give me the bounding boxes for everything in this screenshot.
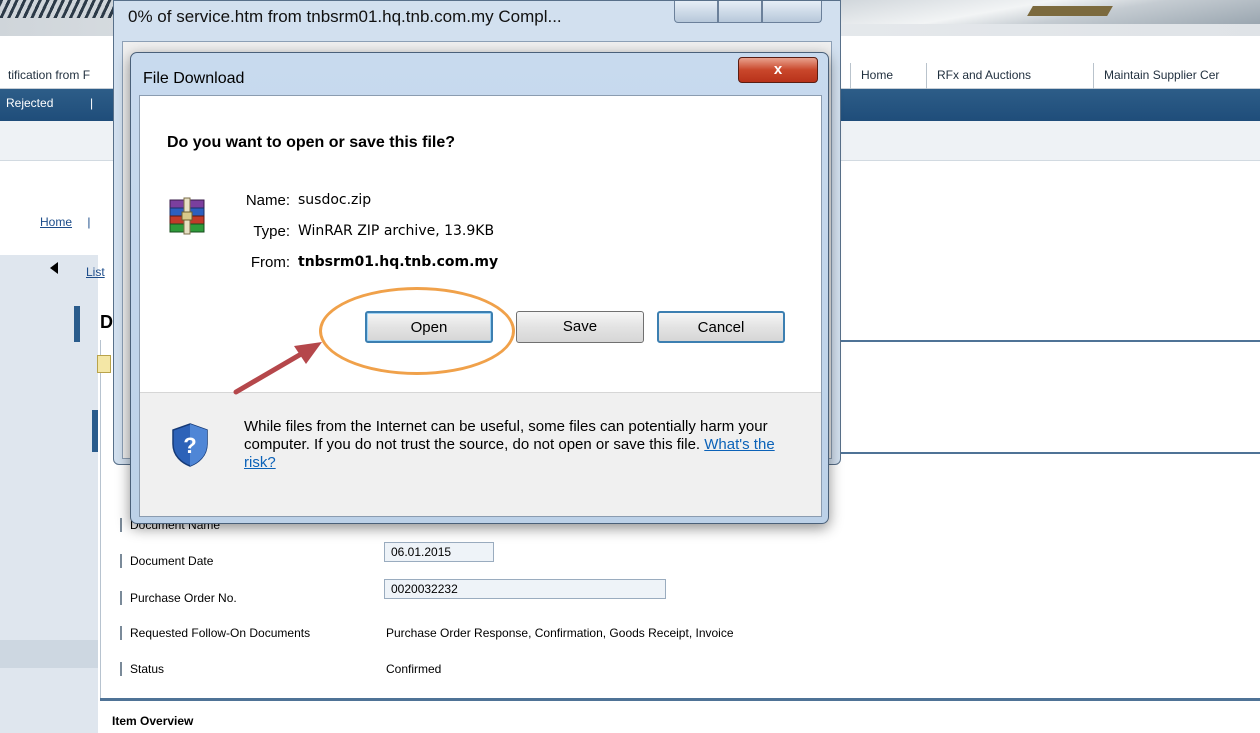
shield-question-icon: ? bbox=[172, 423, 208, 467]
section-title: D bbox=[100, 312, 113, 332]
dialog-close-button[interactable]: x bbox=[738, 57, 818, 83]
file-download-dialog: File Download x Do you want to open or s… bbox=[130, 52, 829, 524]
save-button[interactable]: Save bbox=[516, 311, 644, 343]
nav-item-maintain-supplier[interactable]: Maintain Supplier Cer bbox=[1093, 63, 1229, 89]
purchase-order-field[interactable]: 0020032232 bbox=[384, 579, 666, 599]
annotation-arrow-icon bbox=[233, 342, 322, 395]
collapse-left-icon[interactable] bbox=[50, 262, 58, 274]
form-label: Purchase Order No. bbox=[130, 591, 237, 605]
form-label: Document Date bbox=[130, 554, 214, 568]
file-from-label: From: bbox=[250, 254, 290, 271]
form-label: Status bbox=[130, 662, 165, 676]
dialog-question: Do you want to open or save this file? bbox=[167, 134, 456, 151]
breadcrumb: Home | bbox=[40, 215, 90, 229]
list-link[interactable]: List bbox=[86, 265, 105, 279]
nav-item-rfx-auctions[interactable]: RFx and Auctions bbox=[926, 63, 1041, 89]
subsection-marker bbox=[92, 410, 98, 452]
dialog-title: File Download bbox=[143, 70, 245, 87]
close-icon: x bbox=[773, 61, 783, 78]
section-marker bbox=[74, 306, 80, 342]
nav-item-home[interactable]: Home bbox=[850, 63, 903, 89]
follow-on-documents-value: Purchase Order Response, Confirmation, G… bbox=[386, 626, 734, 640]
form-label: Requested Follow-On Documents bbox=[130, 626, 311, 640]
breadcrumb-home-link[interactable]: Home bbox=[40, 215, 72, 229]
progress-close-button[interactable] bbox=[762, 1, 822, 23]
toolbar-button[interactable] bbox=[97, 355, 111, 373]
nav-item-rejected[interactable]: Rejected bbox=[6, 96, 53, 110]
nav-item-notification[interactable]: tification from F bbox=[0, 63, 100, 89]
nav-separator: | bbox=[90, 96, 94, 110]
file-name-label: Name: bbox=[245, 192, 290, 209]
status-value: Confirmed bbox=[386, 662, 442, 676]
document-date-field[interactable]: 06.01.2015 bbox=[384, 542, 494, 562]
file-name-value: susdoc.zip bbox=[298, 192, 372, 208]
file-type-label: Type: bbox=[253, 223, 290, 240]
file-from-value: tnbsrm01.hq.tnb.com.my bbox=[298, 254, 499, 270]
content-bottom-divider bbox=[100, 698, 1260, 701]
minimize-button[interactable] bbox=[674, 1, 718, 23]
breadcrumb-separator: | bbox=[87, 215, 91, 229]
header-banner-accent bbox=[1027, 6, 1113, 16]
security-warning: While files from the Internet can be use… bbox=[244, 418, 804, 472]
svg-text:?: ? bbox=[183, 433, 196, 458]
maximize-button[interactable] bbox=[718, 1, 762, 23]
file-type-value: WinRAR ZIP archive, 13.9KB bbox=[298, 223, 495, 239]
header-banner-stripes bbox=[0, 0, 120, 18]
window-controls bbox=[674, 1, 832, 23]
security-warning-text: While files from the Internet can be use… bbox=[244, 418, 768, 453]
cancel-button[interactable]: Cancel bbox=[657, 311, 785, 343]
item-overview-title: Item Overview bbox=[112, 714, 194, 728]
left-panel-band bbox=[0, 640, 98, 668]
winrar-archive-icon bbox=[169, 197, 205, 235]
progress-window-title: 0% of service.htm from tnbsrm01.hq.tnb.c… bbox=[128, 7, 562, 26]
open-button-highlight bbox=[319, 287, 515, 375]
